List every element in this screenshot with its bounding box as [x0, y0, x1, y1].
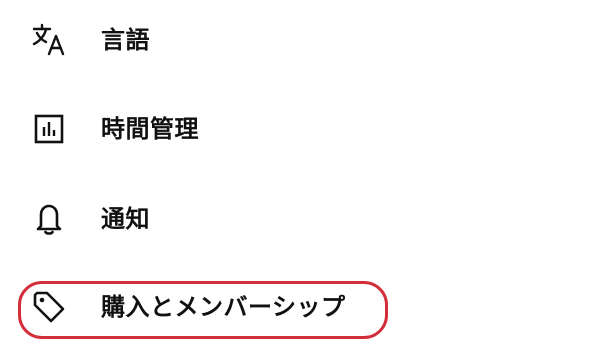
bell-icon: [29, 199, 69, 239]
settings-menu: 言語 時間管理 通知 購入とメンバーシップ: [0, 0, 600, 350]
menu-item-purchases-memberships[interactable]: 購入とメンバーシップ: [0, 277, 600, 337]
tag-icon: [29, 287, 69, 327]
menu-item-notifications[interactable]: 通知: [0, 189, 600, 249]
translate-icon: [29, 20, 69, 60]
menu-item-language[interactable]: 言語: [0, 10, 600, 70]
bar-chart-icon: [29, 109, 69, 149]
menu-item-label: 時間管理: [101, 115, 199, 143]
menu-item-label: 通知: [101, 205, 150, 233]
menu-item-time-management[interactable]: 時間管理: [0, 99, 600, 159]
menu-item-label: 購入とメンバーシップ: [101, 293, 346, 321]
menu-item-label: 言語: [101, 26, 150, 54]
